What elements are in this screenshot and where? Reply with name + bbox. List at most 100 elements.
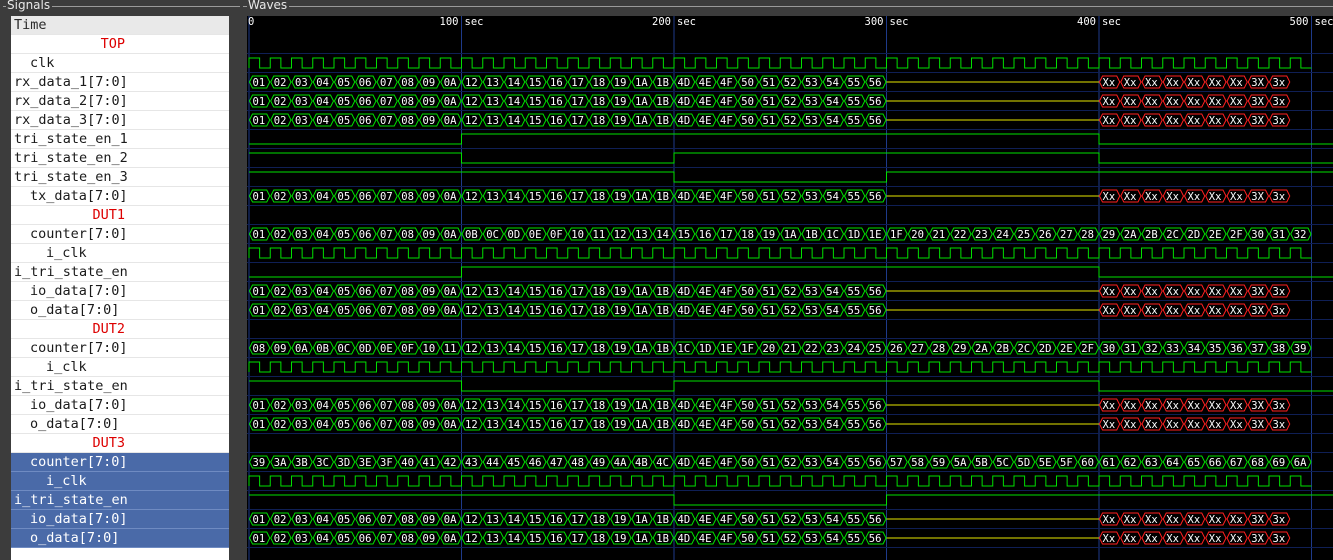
bus-value-label: 64 (1166, 457, 1179, 469)
bus-value-label: 08 (401, 229, 414, 241)
bus-value-label: 15 (529, 96, 542, 108)
signal-name[interactable]: rx_data_1[7:0] (11, 73, 229, 92)
signal-list[interactable]: Time TOP clk rx_data_1[7:0] rx_data_2[7:0] r… (11, 16, 229, 560)
signal-name[interactable]: counter[7:0] (11, 225, 229, 244)
bus-value-label: 56 (869, 400, 882, 412)
signal-name[interactable]: i_tri_state_en (11, 377, 229, 396)
signal-name[interactable]: counter[7:0] (11, 453, 229, 472)
bus-value-label: 51 (763, 191, 776, 203)
signal-name[interactable]: tri_state_en_2 (11, 149, 229, 168)
signal-name[interactable]: clk (11, 54, 229, 73)
bus-value-label: 23 (975, 229, 988, 241)
time-header[interactable]: Time (11, 16, 229, 35)
bus-value-label: 03 (295, 533, 308, 545)
bus-value-label: 14 (508, 514, 521, 526)
bus-value-label: 06 (359, 419, 372, 431)
bus-value-label: 4F (720, 514, 733, 526)
signal-group-label[interactable]: TOP (11, 35, 229, 54)
bus-value-label: 02 (274, 115, 287, 127)
bus-value-label: 4E (699, 115, 712, 127)
bus-value-label: 18 (593, 286, 606, 298)
bus-value-label: 09 (423, 305, 436, 317)
time-unit-label: sec (677, 16, 696, 28)
bus-value-label: 3x (1273, 514, 1286, 526)
signal-name[interactable]: o_data[7:0] (11, 301, 229, 320)
signal-name[interactable]: i_clk (11, 244, 229, 263)
bus-value-label: Xx (1188, 533, 1201, 545)
signal-name[interactable]: rx_data_2[7:0] (11, 92, 229, 111)
signal-name[interactable]: tri_state_en_1 (11, 130, 229, 149)
bus-value-label: 4B (635, 457, 648, 469)
bus-value-label: 17 (571, 96, 584, 108)
bus-value-label: Xx (1166, 96, 1179, 108)
bus-value-label: 28 (933, 343, 946, 355)
bus-value-label: 5A (954, 457, 967, 469)
bus-value-label: 3x (1273, 305, 1286, 317)
bus-value-label: 4C (656, 457, 669, 469)
signal-name[interactable]: tri_state_en_3 (11, 168, 229, 187)
bus-value-label: 24 (848, 343, 861, 355)
signal-name[interactable]: io_data[7:0] (11, 396, 229, 415)
bus-value-label: 4D (678, 115, 691, 127)
bus-value-label: 55 (848, 77, 861, 89)
bus-value-label: 18 (593, 514, 606, 526)
bus-value-label: 15 (529, 343, 542, 355)
bus-value-label: 5C (996, 457, 1009, 469)
signal-name[interactable]: counter[7:0] (11, 339, 229, 358)
signal-name[interactable]: o_data[7:0] (11, 415, 229, 434)
signal-name[interactable]: i_tri_state_en (11, 491, 229, 510)
bus-value-label: 49 (593, 457, 606, 469)
signal-name[interactable]: io_data[7:0] (11, 510, 229, 529)
bus-value-label: 55 (848, 191, 861, 203)
bus-value-label: 3x (1273, 400, 1286, 412)
signal-name[interactable]: io_data[7:0] (11, 282, 229, 301)
bus-value-label: 53 (805, 305, 818, 317)
signal-name[interactable]: rx_data_3[7:0] (11, 111, 229, 130)
bus-value-label: 19 (763, 229, 776, 241)
bus-value-label: 1B (656, 419, 669, 431)
signal-name[interactable]: tx_data[7:0] (11, 187, 229, 206)
wave-canvas[interactable]: 0 100 sec 200 sec 300 sec 400 sec 500 sec 01 02 03 04 0… (247, 16, 1333, 560)
bus-value-label: Xx (1209, 286, 1222, 298)
bus-value-label: 09 (423, 229, 436, 241)
signal-name[interactable]: i_clk (11, 358, 229, 377)
bus-value-label: 08 (401, 400, 414, 412)
bus-value-label: 3X (1251, 96, 1264, 108)
bus-value-label: 51 (763, 286, 776, 298)
bus-value-label: 0F (401, 343, 414, 355)
bus-value-label: 53 (805, 419, 818, 431)
signal-name[interactable]: i_tri_state_en (11, 263, 229, 282)
bus-value-label: 12 (465, 286, 478, 298)
bus-value-label: 0B (465, 229, 478, 241)
bus-value-label: 19 (614, 286, 627, 298)
bus-value-label: 1C (826, 229, 839, 241)
signal-group-label[interactable]: DUT3 (11, 434, 229, 453)
bus-value-label: 24 (996, 229, 1009, 241)
bus-value-label: 0A (444, 96, 457, 108)
bus-value-label: 3X (1251, 286, 1264, 298)
bus-value-label: 19 (614, 419, 627, 431)
bus-value-label: Xx (1103, 400, 1116, 412)
bus-value-label: 13 (486, 305, 499, 317)
bus-value-label: Xx (1124, 191, 1137, 203)
bus-value-label: 16 (699, 229, 712, 241)
bus-value-label: 02 (274, 286, 287, 298)
bus-value-label: 03 (295, 400, 308, 412)
time-tick-label: 300 (865, 16, 884, 28)
bus-value-label: 0C (338, 343, 351, 355)
bus-value-label: 1C (678, 343, 691, 355)
bus-value-label: 06 (359, 96, 372, 108)
bus-value-label: Xx (1145, 305, 1158, 317)
signal-group-label[interactable]: DUT1 (11, 206, 229, 225)
bus-value-label: 18 (593, 96, 606, 108)
bus-value-label: 16 (550, 400, 563, 412)
signal-name[interactable]: o_data[7:0] (11, 529, 229, 548)
signal-name[interactable]: i_clk (11, 472, 229, 491)
bus-value-label: 1B (656, 514, 669, 526)
bus-value-label: 03 (295, 191, 308, 203)
bus-value-label: 02 (274, 400, 287, 412)
signal-group-label[interactable]: DUT2 (11, 320, 229, 339)
bus-value-label: Xx (1103, 419, 1116, 431)
bus-value-label: 12 (465, 305, 478, 317)
bus-value-label: 56 (869, 457, 882, 469)
